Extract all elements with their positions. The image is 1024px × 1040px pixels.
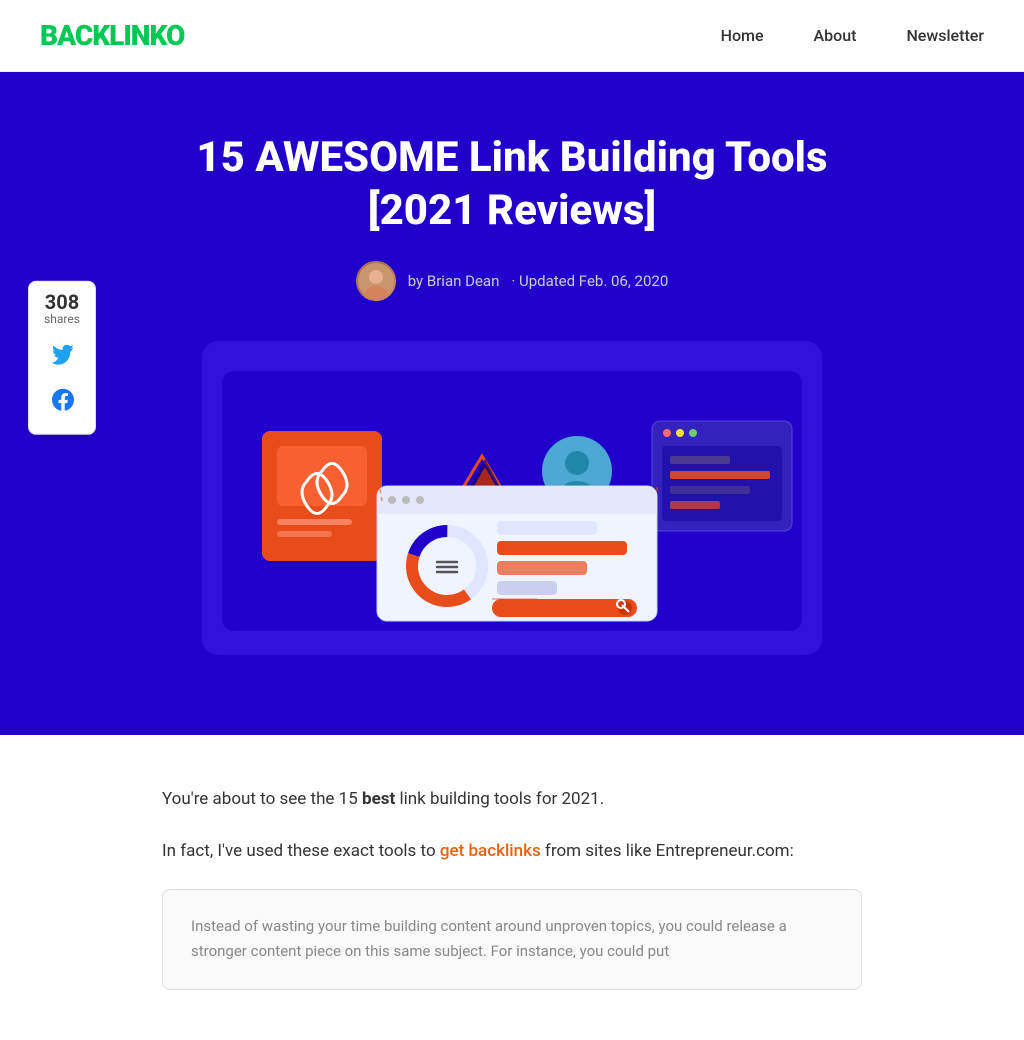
article-title: 15 AWESOME Link Building Tools [2021 Rev… (162, 132, 862, 237)
intro-paragraph-1: You're about to see the 15 best link bui… (162, 785, 862, 815)
hero-illustration (222, 371, 802, 631)
author-name: by Brian Dean (408, 272, 500, 290)
quote-text: Instead of wasting your time building co… (191, 914, 833, 965)
twitter-share-button[interactable] (43, 335, 83, 375)
content-area: You're about to see the 15 best link bui… (122, 735, 902, 1040)
hero-section: 308 shares 15 AWESOME Link Building Tool… (0, 72, 1024, 735)
get-backlinks-link[interactable]: get backlinks (440, 841, 541, 861)
hero-illustration-wrap (202, 341, 822, 655)
share-widget: 308 shares (28, 280, 96, 434)
nav-link-home[interactable]: Home (721, 26, 764, 45)
article-meta: by Brian Dean · Updated Feb. 06, 2020 (20, 261, 1004, 301)
quote-box: Instead of wasting your time building co… (162, 889, 862, 990)
share-count: 308 (43, 291, 81, 311)
site-logo[interactable]: BACKLINKO (40, 19, 184, 52)
nav-link-about[interactable]: About (814, 26, 857, 45)
intro-paragraph-2: In fact, I've used these exact tools to … (162, 837, 862, 867)
logo-o: O (166, 19, 184, 52)
facebook-share-button[interactable] (43, 379, 83, 419)
nav-links: Home About Newsletter (721, 26, 984, 45)
navbar: BACKLINKO Home About Newsletter (0, 0, 1024, 72)
avatar-image (356, 261, 396, 301)
nav-link-newsletter[interactable]: Newsletter (906, 26, 984, 45)
author-avatar (356, 261, 396, 301)
updated-date: · Updated Feb. 06, 2020 (511, 272, 668, 290)
logo-text: BACKLINK (40, 19, 166, 52)
share-label: shares (43, 311, 81, 325)
